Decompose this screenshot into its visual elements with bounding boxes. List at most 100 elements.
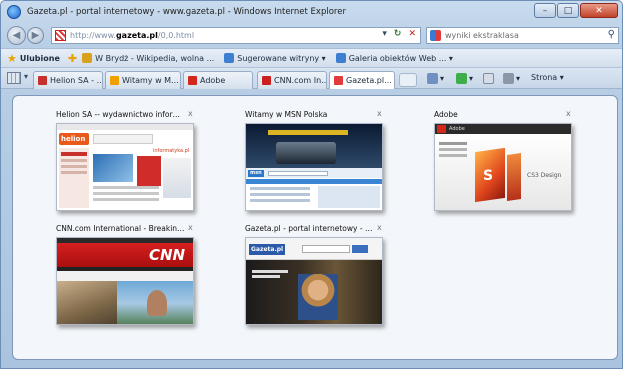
- adobe-product: CS3 Design: [527, 172, 562, 179]
- mail-icon: [483, 73, 494, 84]
- thumbnail-cnn[interactable]: CNN: [56, 237, 194, 325]
- cnn-favicon-icon: [262, 76, 271, 85]
- tab-adobe[interactable]: Adobe: [183, 71, 253, 89]
- quick-tab-title: CNN.com International - Breaking...: [56, 224, 186, 233]
- address-url[interactable]: http://www.gazeta.pl/0,0.html: [70, 31, 194, 40]
- search-input[interactable]: wyniki ekstraklasa: [445, 31, 519, 40]
- favorite-item-web-slice-gallery[interactable]: Galeria obiektów Web ... ▾: [335, 53, 453, 63]
- favorite-label: W Brydż - Wikipedia, wolna ...: [95, 53, 215, 63]
- navigation-bar: ◀ ▶ http://www.gazeta.pl/0,0.html ▾ ↻ ✕ …: [1, 23, 622, 47]
- quick-tab-gazeta[interactable]: Gazeta.pl - portal internetowy - w... x …: [245, 223, 391, 328]
- maximize-button[interactable]: □: [557, 3, 579, 18]
- favorites-bar: ★ Ulubione ✚ W Brydż - Wikipedia, wolna …: [1, 48, 622, 67]
- tab-label: CNN.com In...: [274, 76, 327, 85]
- tab-list-dropdown-icon[interactable]: ▾: [24, 72, 28, 81]
- tab-label: Helion SA - ...: [50, 76, 103, 85]
- print-button[interactable]: ▾: [503, 73, 520, 84]
- close-tab-icon[interactable]: x: [566, 109, 571, 118]
- tab-helion[interactable]: Helion SA - ...: [33, 71, 103, 89]
- tab-gazeta[interactable]: Gazeta.pl...: [329, 71, 395, 89]
- adobe-logo: Adobe: [449, 126, 465, 132]
- address-bar[interactable]: http://www.gazeta.pl/0,0.html ▾ ↻ ✕: [51, 27, 421, 44]
- thumbnail-gazeta[interactable]: Gazeta.pl: [245, 237, 383, 325]
- arrow-left-icon: ◀: [12, 30, 21, 41]
- tab-bar: ▾ Helion SA - ... Witamy w M... Adobe CN…: [1, 67, 622, 89]
- favorite-item-wikipedia[interactable]: W Brydż - Wikipedia, wolna ...: [82, 53, 214, 63]
- helion-favicon-icon: [38, 76, 47, 85]
- forward-button[interactable]: ▶: [27, 27, 44, 44]
- page-menu-button[interactable]: Strona ▾: [531, 73, 564, 82]
- browser-window: Gazeta.pl - portal internetowy - www.gaz…: [0, 0, 623, 369]
- thumbnail-msn[interactable]: msn: [245, 123, 383, 211]
- favorites-star-icon[interactable]: ★: [7, 52, 17, 65]
- window-title: Gazeta.pl - portal internetowy - www.gaz…: [27, 7, 346, 17]
- favorite-label: Galeria obiektów Web ... ▾: [348, 53, 453, 63]
- msn-favicon-icon: [110, 76, 119, 85]
- close-tab-icon[interactable]: x: [188, 109, 193, 118]
- stop-icon[interactable]: ✕: [408, 29, 416, 39]
- home-icon: [427, 73, 438, 84]
- quick-tab-helion[interactable]: Helion SA -- wydawnictwo inform... x hel…: [56, 109, 202, 214]
- favorite-label: Sugerowane witryny ▾: [237, 53, 326, 63]
- adobe-cs3-mark: S: [483, 168, 494, 184]
- feeds-icon: [456, 73, 467, 84]
- quick-tabs-button[interactable]: [7, 72, 21, 84]
- refresh-icon[interactable]: ↻: [394, 29, 402, 39]
- feeds-button[interactable]: ▾: [456, 73, 473, 84]
- adobe-favicon-icon: [188, 76, 197, 85]
- url-host: gazeta.pl: [115, 31, 158, 40]
- address-tools: ▾ ↻ ✕: [382, 29, 416, 39]
- chevron-down-icon: ▾: [469, 74, 474, 83]
- search-icon[interactable]: ⚲: [608, 29, 615, 40]
- print-icon: [503, 73, 514, 84]
- web-slice-gallery-icon: [335, 53, 346, 63]
- search-box[interactable]: wyniki ekstraklasa ⚲: [426, 27, 619, 44]
- mail-button[interactable]: [483, 73, 496, 84]
- arrow-right-icon: ▶: [31, 30, 40, 41]
- url-suffix: /0,0.html: [157, 31, 195, 40]
- search-engine-icon[interactable]: [430, 30, 441, 41]
- close-tab-icon[interactable]: x: [377, 223, 382, 232]
- favorite-item-suggested-sites[interactable]: Sugerowane witryny ▾: [224, 53, 326, 63]
- helion-sub: informatyka.pl: [153, 148, 190, 154]
- gazeta-favicon-icon: [334, 76, 343, 85]
- quick-tab-msn[interactable]: Witamy w MSN Polska x msn: [245, 109, 391, 214]
- quick-tab-title: Adobe: [434, 110, 458, 119]
- quick-tab-title: Gazeta.pl - portal internetowy - w...: [245, 224, 375, 233]
- new-tab-button[interactable]: [399, 73, 417, 87]
- back-button[interactable]: ◀: [7, 26, 26, 45]
- caption-buttons: – □ ✕: [534, 3, 618, 18]
- tab-cnn[interactable]: CNN.com In...: [257, 71, 327, 89]
- suggested-sites-icon: [224, 53, 235, 63]
- tab-label: Witamy w M...: [122, 76, 179, 85]
- tab-label: Adobe: [200, 76, 226, 85]
- close-tab-icon[interactable]: x: [188, 223, 193, 232]
- tab-msn[interactable]: Witamy w M...: [105, 71, 181, 89]
- page-menu-label: Strona ▾: [531, 73, 564, 82]
- cnn-logo: CNN: [149, 246, 186, 264]
- tab-label: Gazeta.pl...: [346, 76, 392, 85]
- helion-logo: helion: [61, 135, 86, 143]
- internet-explorer-icon: [7, 5, 21, 19]
- msn-logo: msn: [250, 170, 262, 176]
- favorite-wikipedia-icon: [82, 53, 93, 63]
- thumbnail-adobe[interactable]: Adobe S CS3 Design: [434, 123, 572, 211]
- url-prefix: http://www.: [70, 31, 116, 40]
- close-tab-icon[interactable]: x: [377, 109, 382, 118]
- quick-tab-cnn[interactable]: CNN.com International - Breaking... x CN…: [56, 223, 202, 328]
- address-dropdown-icon[interactable]: ▾: [382, 29, 387, 39]
- favorites-button[interactable]: Ulubione: [20, 54, 60, 63]
- thumbnail-helion[interactable]: helion informatyka.pl: [56, 123, 194, 211]
- quick-tab-adobe[interactable]: Adobe x Adobe S CS3 Design: [434, 109, 580, 214]
- title-bar: Gazeta.pl - portal internetowy - www.gaz…: [1, 1, 622, 23]
- gazeta-logo: Gazeta.pl: [251, 246, 284, 253]
- quick-tab-title: Witamy w MSN Polska: [245, 110, 328, 119]
- add-favorite-icon[interactable]: ✚: [68, 52, 77, 65]
- minimize-button[interactable]: –: [534, 3, 556, 18]
- site-favicon-icon: [55, 30, 66, 41]
- quick-tabs-view: Helion SA -- wydawnictwo inform... x hel…: [12, 95, 618, 360]
- quick-tab-title: Helion SA -- wydawnictwo inform...: [56, 110, 186, 119]
- home-button[interactable]: ▾: [427, 73, 444, 84]
- chevron-down-icon: ▾: [516, 74, 521, 83]
- close-button[interactable]: ✕: [580, 3, 618, 18]
